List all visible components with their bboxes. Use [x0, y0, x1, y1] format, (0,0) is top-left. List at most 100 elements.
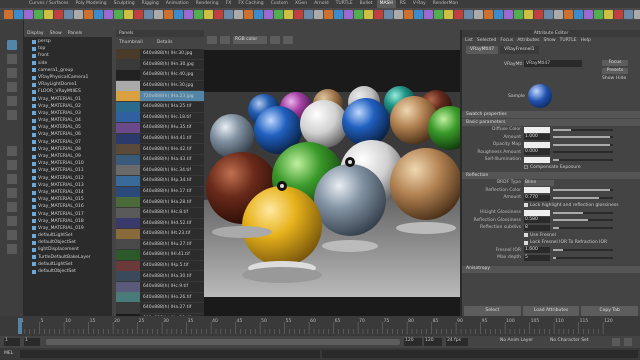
shelf-tool-icon[interactable] [374, 9, 383, 19]
attribute-value-field[interactable]: 0.000 [524, 149, 550, 156]
shelf-tool-icon[interactable] [154, 9, 163, 19]
attribute-value-field[interactable]: 1.600 [524, 247, 550, 254]
fps-dropdown[interactable]: 24 fps [446, 338, 468, 346]
shelf-tab[interactable]: Animation [163, 0, 192, 8]
prefs-icon[interactable] [624, 338, 632, 346]
shelf-tool-icon[interactable] [444, 9, 453, 19]
presets-button[interactable]: Presets [602, 68, 628, 74]
shelf-tool-icon[interactable] [494, 9, 503, 19]
outliner-item[interactable]: Vray_MATERIAL_017 [24, 211, 112, 218]
outliner-item[interactable]: Vray_MATERIAL_012 [24, 175, 112, 182]
current-frame-marker[interactable] [18, 318, 22, 334]
outliner-item[interactable]: lightDisplacement [24, 246, 112, 253]
four-view-icon[interactable] [7, 160, 17, 170]
shelf-tool-icon[interactable] [504, 9, 513, 19]
shelf-tool-icon[interactable] [284, 9, 293, 19]
shelf-tool-icon[interactable] [344, 9, 353, 19]
shelf-tool-icon[interactable] [114, 9, 123, 19]
attribute-value-field[interactable]: 5 [524, 254, 550, 261]
outliner-item[interactable]: Vray_MATERIAL_010 [24, 160, 112, 167]
attribute-value-field[interactable]: 0.580 [524, 217, 550, 224]
ae-menu-item[interactable]: Focus [500, 38, 513, 43]
attribute-slider[interactable] [553, 256, 613, 259]
section-anisotropy[interactable]: Anisotropy [462, 265, 640, 273]
shelf-tool-icon[interactable] [294, 9, 303, 19]
shelf-tool-icon[interactable] [534, 9, 543, 19]
shelf-tool-icon[interactable] [134, 9, 143, 19]
outliner-item[interactable]: Vray_MATERIAL_06 [24, 131, 112, 138]
shelf-tool-icon[interactable] [404, 9, 413, 19]
shelf-tool-icon[interactable] [364, 9, 373, 19]
ae-menu-item[interactable]: Attributes [517, 38, 539, 43]
outliner-item[interactable]: Vray_MATERIAL_01 [24, 96, 112, 103]
shelf-tool-icon[interactable] [584, 9, 593, 19]
shelf-tool-icon[interactable] [474, 9, 483, 19]
attribute-value-field[interactable] [524, 156, 550, 163]
file-row[interactable]: 640x888(h) IHc.34.tif [116, 165, 204, 177]
file-row[interactable]: 640x888(h) IHd.41.tif [116, 133, 204, 145]
outliner-item[interactable]: Vray_MATERIAL_018 [24, 218, 112, 225]
shelf-tool-icon[interactable] [424, 9, 433, 19]
shelf-tab[interactable]: Bullet [357, 0, 376, 8]
attribute-slider[interactable] [553, 151, 613, 154]
focus-button[interactable]: Focus [602, 60, 628, 66]
compensate-checkbox[interactable] [524, 165, 528, 170]
file-row[interactable]: 640x888(h) IHc.9.tif [116, 281, 204, 293]
character-set-dropdown[interactable]: No Character Set [550, 338, 600, 346]
attribute-value-field[interactable] [524, 187, 550, 194]
outliner-item[interactable]: TurtleDefaultBakeLayer [24, 254, 112, 261]
render-icon[interactable] [207, 36, 217, 44]
shelf-tool-icon[interactable] [254, 9, 263, 19]
key-icon[interactable] [612, 338, 620, 346]
paint-select-icon[interactable] [7, 68, 17, 78]
file-row[interactable]: 640x888(h) IHu.27.tif [116, 239, 204, 251]
channel-dropdown[interactable]: RGB color [233, 36, 267, 44]
file-row[interactable]: 640x888(h) IHs.30.jpg [116, 80, 204, 92]
file-row[interactable]: 640x888(h) IHn.30.jpg [116, 59, 204, 71]
shelf-tool-icon[interactable] [44, 9, 53, 19]
outliner-layout-icon[interactable] [7, 202, 17, 212]
single-view-icon[interactable] [7, 146, 17, 156]
outliner-item[interactable]: camera1_group [24, 67, 112, 74]
tab-vraymtl[interactable]: VRayMtl47 [466, 46, 499, 54]
shelf-tab[interactable]: Arnold [311, 0, 332, 8]
shelf-tool-icon[interactable] [384, 9, 393, 19]
range-end2-field[interactable]: 120 [424, 338, 442, 346]
region-icon[interactable] [283, 36, 293, 44]
attribute-slider[interactable] [553, 143, 613, 146]
ae-menu-item[interactable]: Help [581, 38, 591, 43]
file-row[interactable]: 640x888(h) IHa.27.tif [116, 303, 204, 314]
attribute-slider[interactable] [553, 226, 613, 229]
shelf-tool-icon[interactable] [514, 9, 523, 19]
outliner-item[interactable]: Vray_MATERIAL_02 [24, 103, 112, 110]
use-fresnel-checkbox[interactable] [524, 233, 528, 238]
shelf-tool-icon[interactable] [414, 9, 423, 19]
custom-layout-icon[interactable] [7, 244, 17, 254]
shelf-tool-icon[interactable] [304, 9, 313, 19]
lasso-tool-icon[interactable] [7, 54, 17, 64]
attribute-slider[interactable] [553, 219, 613, 222]
outliner-menu-show[interactable]: Show [50, 31, 62, 36]
shelf-tool-icon[interactable] [464, 9, 473, 19]
copy-tab-button[interactable]: Copy Tab [581, 306, 639, 316]
panel-divider[interactable] [460, 30, 462, 316]
outliner-item[interactable]: VRayLightDome1 [24, 81, 112, 88]
file-row[interactable]: 640x888(h) IHp.5.tif [116, 260, 204, 272]
show-button[interactable]: Show [602, 76, 614, 81]
shelf-tool-icon[interactable] [334, 9, 343, 19]
thumbnail-column[interactable]: Thumbnail [119, 40, 143, 45]
outliner-item[interactable]: Vray_MATERIAL_09 [24, 153, 112, 160]
outliner-item[interactable]: Vray_MATERIAL_016 [24, 203, 112, 210]
file-row[interactable]: 640x888(h) IHe.17.tif [116, 186, 204, 198]
shelf-tool-icon[interactable] [104, 9, 113, 19]
shelf-tool-icon[interactable] [24, 9, 33, 19]
outliner-item[interactable]: defaultObjectSet [24, 268, 112, 275]
range-start2-field[interactable]: 1 [24, 338, 40, 346]
outliner-item[interactable]: FLOOR_VRayMtlIES [24, 88, 112, 95]
shelf-tab[interactable]: RenderMan [430, 0, 462, 8]
attribute-value-field[interactable] [524, 209, 550, 216]
outliner-item[interactable]: Vray_MATERIAL_019 [24, 225, 112, 232]
shelf-tool-icon[interactable] [174, 9, 183, 19]
shelf-tool-icon[interactable] [594, 9, 603, 19]
shelf-tab[interactable]: Custom [268, 0, 291, 8]
